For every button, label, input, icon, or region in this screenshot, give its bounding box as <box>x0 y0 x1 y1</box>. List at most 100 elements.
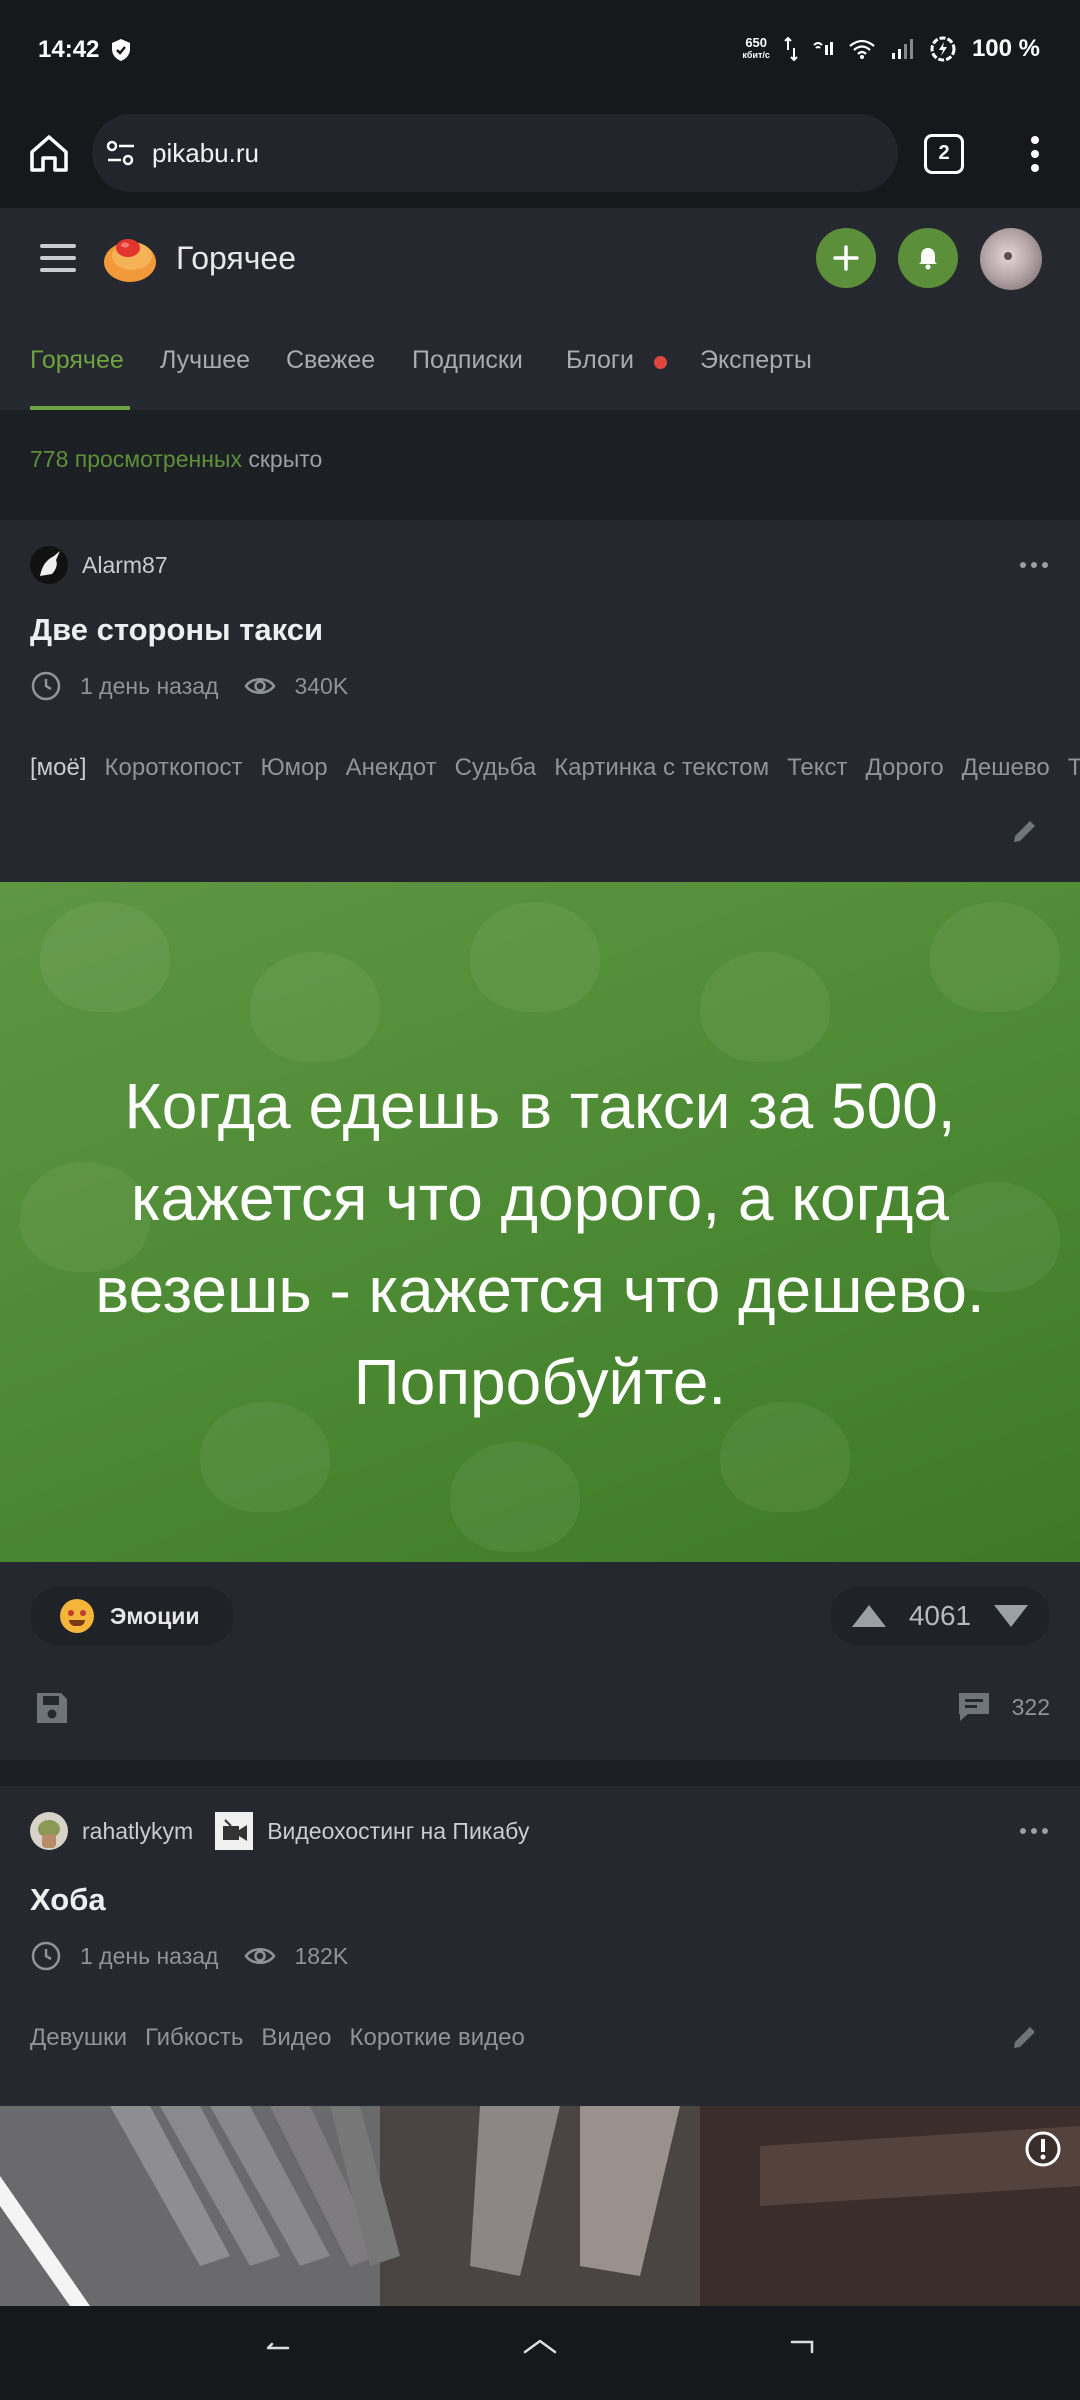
viewed-hidden-notice: 778 просмотренных скрыто <box>30 446 322 473</box>
author-name[interactable]: Alarm87 <box>82 552 168 579</box>
network-speed: 650 кбит/с <box>742 35 770 60</box>
pikabu-logo-icon[interactable] <box>102 232 158 284</box>
status-right: 650 кбит/с 100 % <box>742 34 1040 64</box>
community-name[interactable]: Видеохостинг на Пикабу <box>267 1818 529 1845</box>
tag[interactable]: Такси <box>1068 754 1080 781</box>
post-title[interactable]: Хоба <box>30 1882 106 1918</box>
author-avatar[interactable] <box>30 546 68 584</box>
edit-tags-icon[interactable] <box>1010 2022 1040 2052</box>
add-post-button[interactable] <box>816 228 876 288</box>
battery-level: 100 % <box>971 35 1040 62</box>
alert-icon[interactable] <box>1024 2130 1062 2168</box>
post-tags: [моё] Короткопост Юмор Анекдот Судьба Картинк… <box>30 738 1080 798</box>
browser-menu-icon[interactable] <box>1020 134 1050 174</box>
tag[interactable]: Короткопост <box>105 754 243 781</box>
post-title[interactable]: Две стороны такси <box>30 612 323 648</box>
blogs-badge <box>654 356 667 369</box>
downvote-icon[interactable] <box>993 1605 1028 1627</box>
clock-icon <box>31 1941 61 1971</box>
post-tags: Девушки Гибкость Видео Короткие видео <box>30 2008 980 2068</box>
save-icon[interactable] <box>34 1690 70 1726</box>
image-caption-text: Когда едешь в такси за 500, кажется что … <box>95 1070 985 1418</box>
tag[interactable]: Девушки <box>30 2024 127 2051</box>
status-time: 14:42 <box>38 36 100 63</box>
tag[interactable]: [моё] <box>30 754 87 781</box>
community-icon[interactable] <box>215 1812 254 1850</box>
post-time: 1 день назад <box>80 672 219 699</box>
tag[interactable]: Видео <box>261 2024 331 2051</box>
address-bar[interactable]: pikabu.ru <box>92 114 898 192</box>
emotions-button[interactable]: Эмоции <box>30 1586 234 1646</box>
site-header: Горячее <box>0 208 1080 310</box>
emoji-icon <box>60 1599 94 1633</box>
tab-switcher-button[interactable]: 2 <box>924 134 964 174</box>
back-gesture-icon[interactable] <box>262 2336 292 2356</box>
video-frame <box>0 2106 1080 2306</box>
edit-tags-icon[interactable] <box>1010 816 1040 846</box>
feed-tabs: Горячее Лучшее Свежее Подписки Блоги Экс… <box>0 310 1080 410</box>
viewed-count-link[interactable]: 778 просмотренных <box>30 446 242 472</box>
post-author[interactable]: rahatlykym Видеохостинг на Пикабу <box>30 1812 529 1850</box>
active-tab-indicator <box>30 406 130 410</box>
tag[interactable]: Дорого <box>866 754 944 781</box>
author-avatar[interactable] <box>30 1812 68 1850</box>
post-author[interactable]: Alarm87 <box>30 546 168 584</box>
bell-icon <box>919 248 937 270</box>
wifi-icon <box>849 39 875 59</box>
site-settings-icon[interactable] <box>104 138 138 168</box>
tab-experts[interactable]: Эксперты <box>700 346 812 375</box>
clock-icon <box>31 671 61 701</box>
tag[interactable]: Анекдот <box>346 754 437 781</box>
tab-best[interactable]: Лучшее <box>160 346 250 375</box>
tab-subscriptions[interactable]: Подписки <box>412 346 523 375</box>
eye-icon <box>244 1948 276 1964</box>
page-title: Горячее <box>176 240 297 276</box>
tag[interactable]: Судьба <box>455 754 537 781</box>
data-arrows-icon <box>784 36 798 62</box>
tab-blogs[interactable]: Блоги <box>566 346 634 375</box>
emotions-label: Эмоции <box>110 1602 200 1629</box>
battery-saver-icon <box>930 36 956 62</box>
tag[interactable]: Короткие видео <box>350 2024 525 2051</box>
signal-icon <box>891 39 913 59</box>
more-options-icon[interactable] <box>1018 560 1050 570</box>
post-meta: 1 день назад 340K <box>30 670 348 702</box>
recents-gesture-icon[interactable] <box>788 2336 818 2356</box>
viewed-suffix: скрыто <box>248 446 323 472</box>
rating-control: 4061 <box>830 1586 1050 1646</box>
user-avatar[interactable] <box>980 228 1042 290</box>
status-bar: 14:42 650 кбит/с 100 % <box>0 0 1080 100</box>
home-icon[interactable] <box>26 130 72 176</box>
system-navigation-bar <box>0 2306 1080 2400</box>
url-text: pikabu.ru <box>152 138 259 168</box>
tag[interactable]: Дешево <box>962 754 1050 781</box>
hamburger-menu-icon[interactable] <box>40 238 76 278</box>
notifications-button[interactable] <box>898 228 958 288</box>
comments-button[interactable]: 322 <box>956 1690 1050 1724</box>
more-options-icon[interactable] <box>1018 1826 1050 1836</box>
post-views: 182K <box>294 1942 349 1969</box>
tab-fresh[interactable]: Свежее <box>286 346 375 375</box>
eye-icon <box>244 678 276 694</box>
unicorn-avatar-icon <box>30 546 68 584</box>
plus-icon <box>833 245 859 271</box>
tab-hot[interactable]: Горячее <box>30 346 124 375</box>
post-time: 1 день назад <box>80 1942 219 1969</box>
post-card: rahatlykym Видеохостинг на Пикабу Хоба 1… <box>0 1786 1080 2306</box>
tag[interactable]: Картинка с текстом <box>554 754 769 781</box>
home-gesture-icon[interactable] <box>522 2336 558 2356</box>
video-preview[interactable] <box>0 2106 1080 2306</box>
tag[interactable]: Текст <box>787 754 847 781</box>
comment-icon <box>958 1693 989 1721</box>
author-name[interactable]: rahatlykym <box>82 1818 193 1845</box>
volte-icon <box>813 42 833 55</box>
post-views: 340K <box>294 672 349 699</box>
post-image[interactable]: Когда едешь в такси за 500, кажется что … <box>0 882 1080 1562</box>
browser-toolbar: pikabu.ru 2 <box>0 100 1080 208</box>
tag[interactable]: Гибкость <box>145 2024 243 2051</box>
tag[interactable]: Юмор <box>260 754 327 781</box>
comment-count: 322 <box>1011 1693 1050 1720</box>
rating-value: 4061 <box>908 1600 972 1631</box>
upvote-icon[interactable] <box>852 1605 886 1627</box>
post-card: Alarm87 Две стороны такси 1 день назад 3… <box>0 520 1080 1760</box>
